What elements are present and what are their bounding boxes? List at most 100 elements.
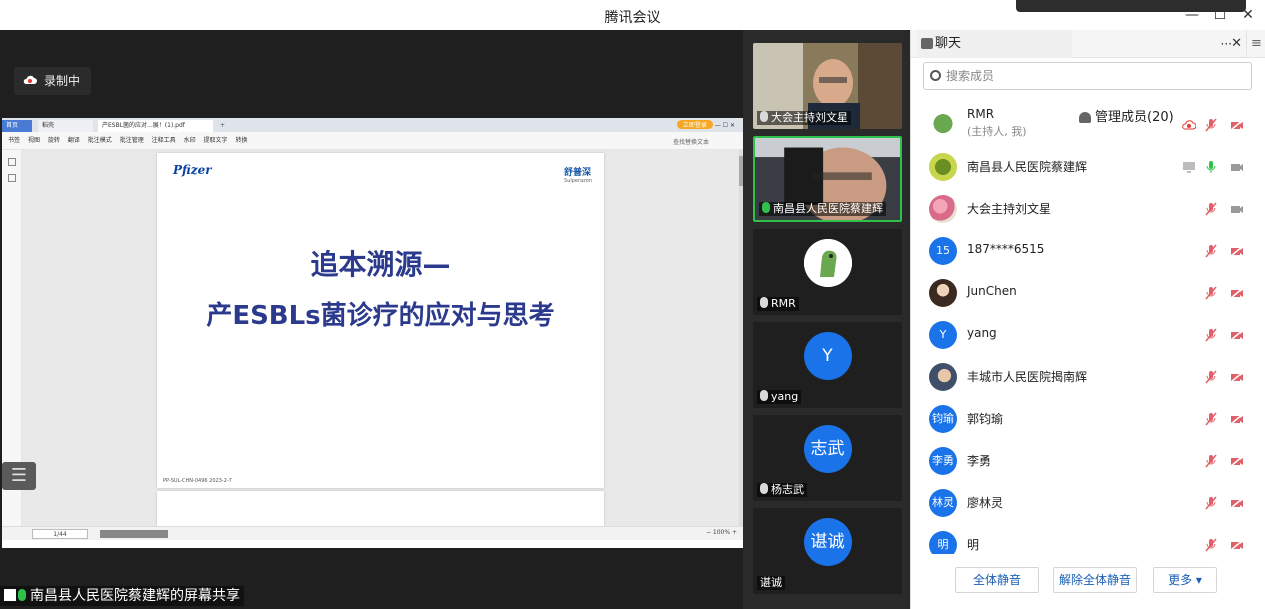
wps-tool-extract[interactable]: 提取文字 bbox=[204, 132, 228, 150]
member-list: RMR (主持人, 我) 南昌县人民医院蔡建辉大会主持刘文星 15 187****651… bbox=[911, 104, 1265, 554]
camera-off-icon[interactable] bbox=[1230, 327, 1244, 341]
member-status-icons bbox=[1178, 411, 1248, 427]
screen-share-icon[interactable] bbox=[1182, 159, 1196, 173]
maximize-button[interactable]: ☐ bbox=[1210, 5, 1230, 25]
wps-tool-translate[interactable]: 翻译 bbox=[68, 132, 80, 150]
wps-tool-annotate[interactable]: 批注模式 bbox=[88, 132, 112, 150]
camera-off-icon[interactable] bbox=[1230, 243, 1244, 257]
wps-new-tab-button[interactable]: + bbox=[216, 120, 228, 132]
camera-off-icon[interactable] bbox=[1230, 453, 1244, 467]
slide-footer: PP-SUL-CHN-0496 2023-2-7 bbox=[163, 478, 232, 484]
camera-off-icon[interactable] bbox=[1230, 537, 1244, 551]
wps-toolbar: 书签 视图 旋转 翻译 批注模式 批注管理 注释工具 水印 提取文字 转换 查找… bbox=[2, 132, 743, 150]
wps-tool-convert[interactable]: 转换 bbox=[235, 132, 247, 150]
close-button[interactable]: ✕ bbox=[1238, 5, 1258, 25]
avatar: 明 bbox=[929, 531, 957, 554]
mic-off-icon[interactable] bbox=[1204, 369, 1218, 384]
member-row[interactable]: 明明 bbox=[911, 524, 1265, 554]
camera-off-icon[interactable] bbox=[1230, 411, 1244, 425]
recording-badge[interactable]: 录制中 bbox=[14, 67, 91, 95]
mic-off-icon[interactable] bbox=[1204, 243, 1218, 258]
page-indicator[interactable]: 1/44 bbox=[32, 529, 88, 539]
video-tile[interactable]: 谌诚 谌诚 bbox=[753, 508, 902, 594]
video-tile-name: yang bbox=[757, 390, 802, 404]
horizontal-scrollbar[interactable] bbox=[100, 530, 168, 538]
camera-icon[interactable] bbox=[1230, 201, 1244, 215]
mic-off-icon[interactable] bbox=[1204, 285, 1218, 300]
member-row[interactable]: 南昌县人民医院蔡建辉 bbox=[911, 146, 1265, 188]
wps-tab-docer[interactable]: 稻壳 bbox=[38, 120, 93, 132]
more-button[interactable]: 更多 ▾ bbox=[1153, 567, 1217, 593]
avatar bbox=[929, 195, 957, 223]
mic-off-icon[interactable] bbox=[1204, 537, 1218, 552]
tab-chat[interactable]: 聊天 bbox=[917, 30, 1072, 58]
video-tile[interactable]: 大会主持刘文星 bbox=[753, 43, 902, 129]
wps-tool-comment[interactable]: 注释工具 bbox=[152, 132, 176, 150]
video-tile[interactable]: Y yang bbox=[753, 322, 902, 408]
member-search-input[interactable]: 搜索成员 bbox=[923, 62, 1252, 90]
wps-tool-bookmark[interactable]: 书签 bbox=[8, 132, 20, 150]
mute-all-button[interactable]: 全体静音 bbox=[955, 567, 1039, 593]
member-row[interactable]: Yyang bbox=[911, 314, 1265, 356]
wps-tab-home[interactable]: 首页 bbox=[2, 120, 32, 132]
camera-icon[interactable] bbox=[1230, 159, 1244, 173]
member-name: 大会主持刘文星 bbox=[967, 202, 1052, 216]
member-row[interactable]: JunChen bbox=[911, 272, 1265, 314]
camera-off-icon[interactable] bbox=[1230, 495, 1244, 509]
panel-menu-icon[interactable]: ≡ bbox=[1246, 30, 1265, 58]
camera-off-icon[interactable] bbox=[1230, 369, 1244, 383]
member-name: 郭钧瑜 bbox=[967, 412, 1004, 426]
mic-off-icon[interactable] bbox=[1204, 327, 1218, 342]
slide-title-line2: 产ESBLs菌诊疗的应对与思考 bbox=[206, 301, 555, 331]
mic-off-icon[interactable] bbox=[1204, 201, 1218, 216]
minimize-button[interactable]: — bbox=[1182, 5, 1202, 25]
mic-off-icon[interactable] bbox=[1204, 117, 1218, 132]
shared-screen: 首页 稻壳 产ESBL菌的应对...展！(1).pdf + 立即登录 — ☐ ✕… bbox=[2, 118, 743, 548]
wps-tab-pdf[interactable]: 产ESBL菌的应对...展！(1).pdf bbox=[98, 120, 213, 132]
wps-tool-annot-manage[interactable]: 批注管理 bbox=[120, 132, 144, 150]
list-menu-button[interactable]: ☰ bbox=[2, 462, 36, 490]
member-row[interactable]: 林灵 廖林灵 bbox=[911, 482, 1265, 524]
video-tile-active-speaker[interactable]: 南昌县人民医院蔡建辉 bbox=[753, 136, 902, 222]
member-status-icons bbox=[1178, 243, 1248, 259]
camera-off-icon[interactable] bbox=[1230, 285, 1244, 299]
wps-tool-view[interactable]: 视图 bbox=[28, 132, 40, 150]
comment-icon[interactable] bbox=[7, 174, 16, 182]
screen-share-icon bbox=[4, 589, 16, 601]
wps-login[interactable]: 立即登录 — ☐ ✕ bbox=[676, 120, 735, 129]
cloud-record-icon bbox=[23, 75, 37, 84]
member-row[interactable]: 丰城市人民医院揭南辉 bbox=[911, 356, 1265, 398]
member-row[interactable]: 大会主持刘文星 bbox=[911, 188, 1265, 230]
video-tile[interactable]: 志武 杨志武 bbox=[753, 415, 902, 501]
bookmark-icon[interactable] bbox=[7, 158, 16, 166]
wps-search[interactable]: 查找替换文本 bbox=[673, 137, 709, 146]
mic-off-icon[interactable] bbox=[1204, 495, 1218, 510]
pdf-document-area[interactable]: Pfizer 舒普深 Sulperazon 追本溯源— 产ESBLs菌诊疗的应对… bbox=[22, 150, 739, 526]
mic-on-icon[interactable] bbox=[1204, 159, 1218, 173]
unmute-all-button[interactable]: 解除全体静音 bbox=[1053, 567, 1137, 593]
avatar bbox=[929, 363, 957, 391]
zoom-level[interactable]: − 100% + bbox=[706, 529, 737, 536]
cloud-record-icon[interactable] bbox=[1182, 117, 1197, 131]
mic-off-icon[interactable] bbox=[1204, 453, 1218, 468]
mic-off-icon bbox=[760, 111, 768, 122]
close-panel-icon[interactable]: ✕ bbox=[1231, 30, 1242, 58]
member-row[interactable]: 15 187****6515 bbox=[911, 230, 1265, 272]
member-row[interactable]: 李勇 李勇 bbox=[911, 440, 1265, 482]
chat-icon bbox=[921, 38, 933, 49]
video-tile[interactable]: RMR bbox=[753, 229, 902, 315]
member-row[interactable]: RMR (主持人, 我) bbox=[911, 104, 1265, 146]
member-name: 李勇 bbox=[967, 454, 992, 468]
member-row[interactable]: 钧瑜 郭钧瑜 bbox=[911, 398, 1265, 440]
avatar: 林灵 bbox=[929, 489, 957, 517]
wps-tool-watermark[interactable]: 水印 bbox=[184, 132, 196, 150]
panel-actions: 全体静音 解除全体静音 更多 ▾ bbox=[911, 562, 1265, 598]
wps-tool-rotate[interactable]: 旋转 bbox=[48, 132, 60, 150]
member-name: yang bbox=[967, 326, 997, 340]
mic-off-icon[interactable] bbox=[1204, 411, 1218, 426]
title-bar: 腾讯会议 — ☐ ✕ bbox=[0, 0, 1265, 30]
avatar bbox=[929, 153, 957, 181]
camera-off-icon[interactable] bbox=[1230, 117, 1244, 131]
wps-login-button[interactable]: 立即登录 bbox=[676, 120, 713, 129]
member-name: 丰城市人民医院揭南辉 bbox=[967, 370, 1088, 384]
